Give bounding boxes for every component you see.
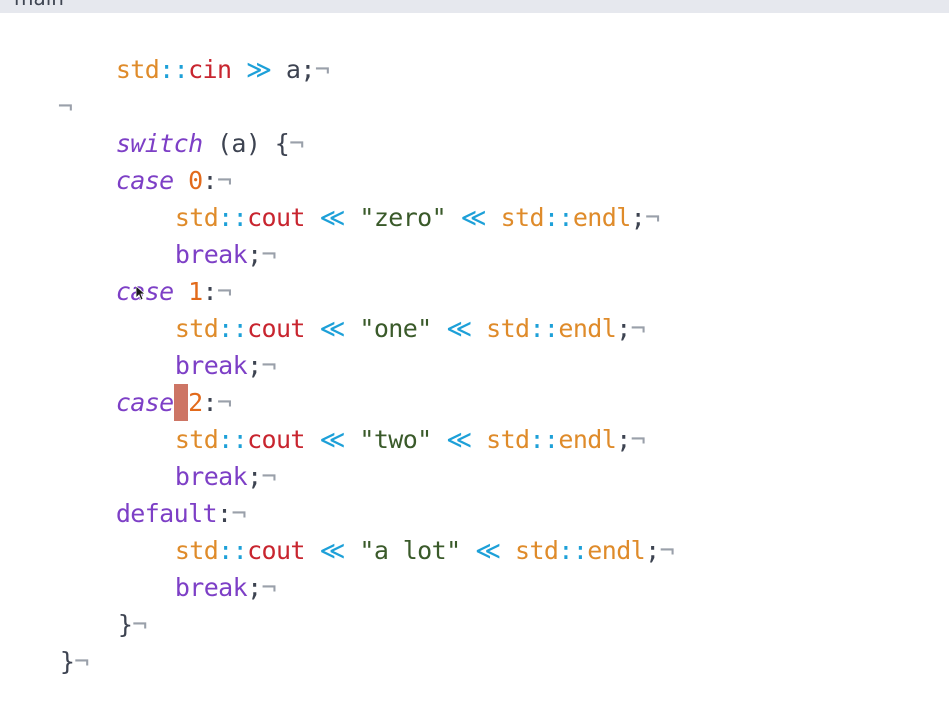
- code-token: ;: [616, 425, 631, 454]
- whitespace-marker: ¬: [289, 129, 304, 158]
- whitespace-marker: ¬: [630, 425, 646, 454]
- code-token: ;: [247, 462, 262, 491]
- whitespace-marker: ¬: [132, 610, 147, 639]
- code-token: ≪: [446, 314, 472, 343]
- code-token: endl: [558, 425, 617, 454]
- string-literal: "zero": [359, 203, 447, 232]
- code-token: ≪: [319, 314, 345, 343]
- code-line-9[interactable]: break;¬: [117, 310, 277, 380]
- code-token: ::: [558, 536, 588, 565]
- code-line-12[interactable]: break;¬: [117, 421, 277, 491]
- code-token: ::: [543, 203, 574, 232]
- code-line-17[interactable]: }¬: [2, 606, 90, 676]
- closing-brace: }: [117, 610, 133, 639]
- code-token: a;: [271, 55, 316, 84]
- code-token: ≪: [446, 425, 472, 454]
- breadcrumb[interactable]: main: [14, 0, 64, 10]
- code-line-6[interactable]: break;¬: [117, 199, 277, 269]
- breadcrumb-bar: main: [0, 0, 949, 13]
- code-token: ;: [247, 573, 262, 602]
- code-line-1[interactable]: std::cin ≫ a;¬: [58, 14, 330, 84]
- code-token: ≪: [319, 536, 345, 565]
- code-token: endl: [558, 314, 617, 343]
- whitespace-marker: ¬: [261, 462, 277, 491]
- code-token: std: [115, 55, 160, 84]
- code-token: ::: [529, 425, 559, 454]
- code-token: ;: [247, 240, 262, 269]
- whitespace-marker: ¬: [261, 573, 277, 602]
- code-token: endl: [587, 536, 646, 565]
- whitespace-marker: ¬: [645, 203, 660, 232]
- string-literal: "one": [359, 314, 432, 343]
- code-line-3[interactable]: switch (a) {¬: [58, 88, 305, 158]
- code-line-11[interactable]: std::cout ≪ "two" ≪ std::endl;¬: [117, 384, 646, 454]
- code-token: std: [500, 203, 545, 232]
- code-token: ≫: [245, 55, 272, 84]
- whitespace-marker: ¬: [261, 240, 277, 269]
- arrow-pointer-icon: [136, 286, 146, 300]
- code-token: ≪: [319, 425, 345, 454]
- code-line-15[interactable]: break;¬: [117, 532, 277, 602]
- code-line-8[interactable]: std::cout ≪ "one" ≪ std::endl;¬: [117, 273, 646, 343]
- code-line-13[interactable]: default:¬: [58, 458, 247, 528]
- code-line-5[interactable]: std::cout ≪ "zero" ≪ std::endl;¬: [117, 162, 660, 232]
- code-token: ;: [630, 203, 646, 232]
- code-token: ;: [616, 314, 631, 343]
- code-line-14[interactable]: std::cout ≪ "a lot" ≪ std::endl;¬: [117, 495, 675, 565]
- code-line-2[interactable]: ¬: [0, 51, 73, 121]
- code-token: ::: [529, 314, 559, 343]
- code-token: ::: [159, 55, 189, 84]
- code-token: endl: [572, 203, 631, 232]
- whitespace-marker: ¬: [261, 351, 277, 380]
- code-token: cin: [188, 55, 232, 84]
- code-line-10[interactable]: case 2:¬: [58, 347, 232, 421]
- code-token: std: [515, 536, 559, 565]
- code-editor[interactable]: std::cin ≫ a;¬ ¬ switch (a) {¬ case 0:¬ …: [0, 13, 949, 676]
- code-token: ;: [247, 351, 262, 380]
- keyword-break: break: [174, 573, 248, 602]
- code-token: ≪: [460, 203, 487, 232]
- code-token: std: [486, 425, 530, 454]
- code-line-4[interactable]: case 0:¬: [58, 125, 232, 195]
- code-token: std: [486, 314, 530, 343]
- whitespace-marker: ¬: [659, 536, 675, 565]
- code-token: ≪: [475, 536, 501, 565]
- code-line-16[interactable]: }¬: [60, 569, 148, 639]
- code-token: ;: [645, 536, 660, 565]
- string-literal: "a lot": [359, 536, 461, 565]
- string-literal: "two": [359, 425, 432, 454]
- code-line-7[interactable]: case 1:¬: [58, 236, 232, 306]
- code-token: ≪: [319, 203, 345, 232]
- whitespace-marker: ¬: [314, 55, 330, 84]
- whitespace-marker: ¬: [630, 314, 646, 343]
